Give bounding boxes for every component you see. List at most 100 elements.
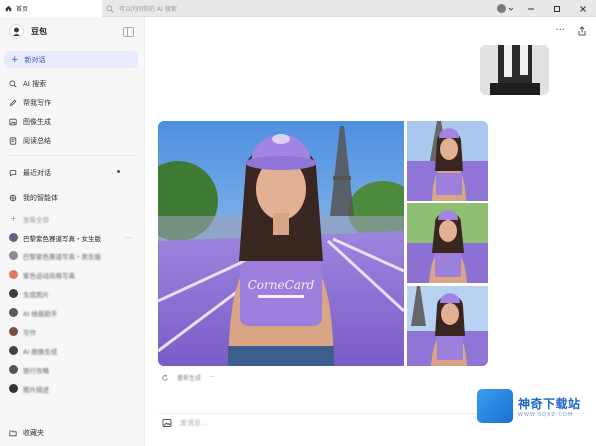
nav-label: 帮我写作 xyxy=(23,99,51,107)
home-icon xyxy=(5,5,12,12)
my-agents[interactable]: 我的智能体 xyxy=(9,193,58,203)
image-actions: 重新生成 ··· xyxy=(161,373,215,382)
plus-icon: + xyxy=(11,54,19,65)
agents-label: 我的智能体 xyxy=(23,194,58,202)
favorites-label: 收藏夹 xyxy=(23,429,44,437)
nav-label: AI 搜索 xyxy=(23,80,47,88)
chat-item[interactable]: 巴黎紫色赛道写真・男生版 xyxy=(9,249,139,262)
sidebar: 豆包 + 新对话 AI 搜索 帮我写作 图像生成 阅读总结 最近对话 我的智能体… xyxy=(0,17,145,446)
chat-avatar xyxy=(9,233,18,242)
more-actions-button[interactable]: ··· xyxy=(209,374,215,381)
close-button[interactable] xyxy=(570,0,596,17)
chat-avatar xyxy=(9,327,18,336)
close-icon xyxy=(580,5,586,12)
watermark-title: 神奇下载站 xyxy=(518,396,581,411)
input-placeholder: 发消息... xyxy=(180,418,208,427)
maximize-button[interactable] xyxy=(544,0,570,17)
search-icon xyxy=(106,5,114,12)
chat-avatar xyxy=(9,270,18,279)
nav-label: 图像生成 xyxy=(23,118,51,126)
chat-bubble-icon xyxy=(9,170,17,177)
chat-item-active[interactable]: 巴黎紫色赛道写真・女生版 ··· xyxy=(9,231,139,244)
chat-title: 巴黎紫色赛道写真・女生版 xyxy=(23,234,101,243)
more-icon[interactable]: ··· xyxy=(555,25,565,36)
tab-title: 首页 xyxy=(16,6,29,13)
unread-dot xyxy=(117,170,120,173)
recent-label: 最近对话 xyxy=(23,169,51,177)
chat-title: 图片描述 xyxy=(23,385,49,394)
chat-item[interactable]: 生成图片 xyxy=(9,287,139,300)
folder-icon xyxy=(9,430,17,437)
maximize-icon xyxy=(554,5,560,12)
chat-item[interactable]: AI 绘画助手 xyxy=(9,306,139,319)
regenerate-button[interactable]: 重新生成 xyxy=(177,373,201,382)
brand-name: 豆包 xyxy=(31,27,47,36)
chat-avatar xyxy=(9,346,18,355)
refresh-icon[interactable] xyxy=(161,374,169,382)
agents-icon xyxy=(9,194,17,202)
chat-title: 写作 xyxy=(23,328,36,337)
brand[interactable]: 豆包 xyxy=(9,24,47,39)
nav-ai-search[interactable]: AI 搜索 xyxy=(9,79,46,89)
svg-text:CorneCard: CorneCard xyxy=(248,278,315,292)
book-icon xyxy=(9,137,17,145)
new-chat-label: 新对话 xyxy=(24,55,46,64)
title-bar: 首页 可以问问你的 AI 搜索 xyxy=(0,0,596,17)
nav-label: 阅读总结 xyxy=(23,137,51,145)
chat-avatar xyxy=(9,308,18,317)
chat-item[interactable]: 紫色运动风格写真 xyxy=(9,268,139,281)
plus-icon: + xyxy=(10,214,17,223)
account-button[interactable] xyxy=(497,2,519,15)
chat-title: 巴黎紫色赛道写真・男生版 xyxy=(23,252,101,261)
nav-writing[interactable]: 帮我写作 xyxy=(9,98,51,108)
generated-images: CorneCard xyxy=(158,121,488,366)
generated-image-thumb-1[interactable] xyxy=(407,121,488,201)
chat-avatar xyxy=(9,365,18,374)
window-controls xyxy=(518,0,596,17)
chat-title: AI 绘画助手 xyxy=(23,309,58,318)
previous-generated-image[interactable] xyxy=(480,45,549,95)
chat-title: 查看全部 xyxy=(23,215,49,224)
chat-avatar xyxy=(9,251,18,260)
top-actions: ··· xyxy=(555,25,587,36)
chat-title: 旅行攻略 xyxy=(23,366,49,375)
image-icon xyxy=(9,118,17,126)
chat-title: 生成图片 xyxy=(23,290,49,299)
favorites[interactable]: 收藏夹 xyxy=(9,428,44,438)
list-item[interactable]: + 查看全部 xyxy=(9,212,139,225)
watermark: 神奇下载站 WWW.SQXZ.COM xyxy=(477,386,592,426)
recent-chats-header[interactable]: 最近对话 xyxy=(9,168,120,178)
address-placeholder: 可以问问你的 AI 搜索 xyxy=(119,6,177,13)
chat-title: 紫色运动风格写真 xyxy=(23,271,75,280)
new-chat-button[interactable]: + 新对话 xyxy=(4,51,138,68)
chat-avatar xyxy=(9,289,18,298)
generated-image-thumb-3[interactable] xyxy=(407,286,488,366)
generated-image-thumb-2[interactable] xyxy=(407,203,488,283)
nav-image-gen[interactable]: 图像生成 xyxy=(9,117,51,127)
pen-icon xyxy=(10,99,17,106)
more-icon[interactable]: ··· xyxy=(124,235,133,242)
generated-image-main[interactable]: CorneCard xyxy=(158,121,418,366)
image-upload-icon[interactable] xyxy=(162,418,172,428)
minimize-icon xyxy=(528,8,534,9)
search-icon xyxy=(9,80,17,88)
chat-item[interactable]: AI 图像生成 xyxy=(9,344,139,357)
chat-item[interactable]: 写作 xyxy=(9,325,139,338)
chevron-down-icon xyxy=(508,7,514,11)
main-content: ··· CorneCard 重新生成 ··· 发消息... xyxy=(145,17,596,446)
collapse-sidebar-icon[interactable] xyxy=(123,27,134,37)
chat-item[interactable]: 图片描述 xyxy=(9,382,139,395)
watermark-url: WWW.SQXZ.COM xyxy=(518,411,574,418)
share-icon[interactable] xyxy=(577,25,587,36)
chat-avatar xyxy=(9,384,18,393)
chat-title: AI 图像生成 xyxy=(23,347,58,356)
avatar xyxy=(497,4,506,13)
watermark-logo xyxy=(477,389,513,423)
nav-reading[interactable]: 阅读总结 xyxy=(9,136,51,146)
chat-item[interactable]: 旅行攻略 xyxy=(9,363,139,376)
minimize-button[interactable] xyxy=(518,0,544,17)
logo xyxy=(9,24,24,39)
divider xyxy=(9,155,135,156)
browser-tab[interactable]: 首页 xyxy=(0,0,102,17)
address-bar[interactable]: 可以问问你的 AI 搜索 xyxy=(106,2,486,15)
